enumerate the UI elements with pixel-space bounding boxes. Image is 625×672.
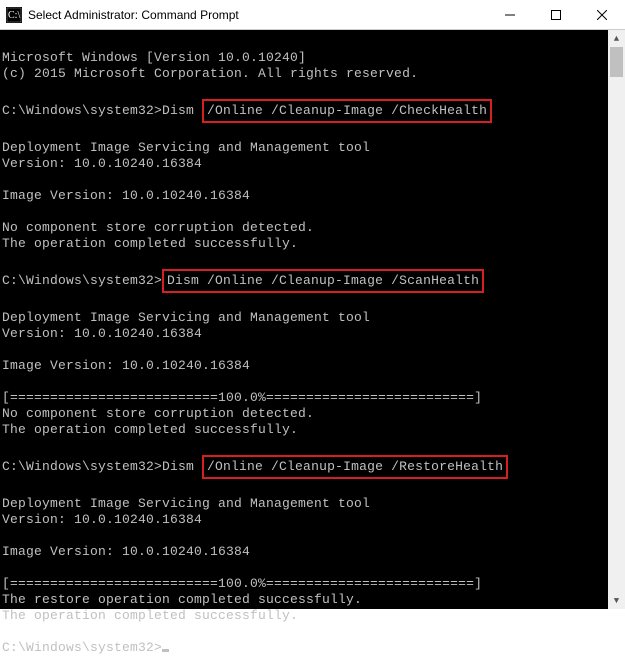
prompt-prefix: C:\Windows\system32> bbox=[2, 273, 162, 288]
window-title: Select Administrator: Command Prompt bbox=[28, 8, 487, 22]
output-line: The operation completed successfully. bbox=[2, 422, 298, 437]
output-line: No component store corruption detected. bbox=[2, 220, 314, 235]
highlighted-command: Dism /Online /Cleanup-Image /ScanHealth bbox=[162, 269, 484, 293]
scroll-track[interactable] bbox=[608, 47, 625, 592]
highlighted-command: /Online /Cleanup-Image /RestoreHealth bbox=[202, 455, 508, 479]
prompt-prefix: C:\Windows\system32>Dism bbox=[2, 103, 202, 118]
close-button[interactable] bbox=[579, 0, 625, 29]
output-line: Microsoft Windows [Version 10.0.10240] bbox=[2, 50, 306, 65]
terminal-output[interactable]: Microsoft Windows [Version 10.0.10240] (… bbox=[0, 30, 608, 609]
output-line: [==========================100.0%=======… bbox=[2, 576, 482, 591]
scrollbar[interactable]: ▲ ▼ bbox=[608, 30, 625, 609]
output-line: Deployment Image Servicing and Managemen… bbox=[2, 140, 370, 155]
svg-text:C:\: C:\ bbox=[8, 10, 20, 21]
output-line: Version: 10.0.10240.16384 bbox=[2, 156, 202, 171]
prompt-line: C:\Windows\system32>Dism /Online /Cleanu… bbox=[2, 103, 492, 118]
prompt-line: C:\Windows\system32>Dism /Online /Cleanu… bbox=[2, 273, 484, 288]
output-line: [==========================100.0%=======… bbox=[2, 390, 482, 405]
titlebar[interactable]: C:\ Select Administrator: Command Prompt bbox=[0, 0, 625, 30]
prompt-prefix: C:\Windows\system32>Dism bbox=[2, 459, 202, 474]
output-line: No component store corruption detected. bbox=[2, 406, 314, 421]
output-line: Version: 10.0.10240.16384 bbox=[2, 326, 202, 341]
minimize-button[interactable] bbox=[487, 0, 533, 29]
scroll-down-icon[interactable]: ▼ bbox=[608, 592, 625, 609]
output-line: Image Version: 10.0.10240.16384 bbox=[2, 544, 250, 559]
output-line: Image Version: 10.0.10240.16384 bbox=[2, 188, 250, 203]
output-line: (c) 2015 Microsoft Corporation. All righ… bbox=[2, 66, 418, 81]
prompt-prefix: C:\Windows\system32> bbox=[2, 640, 162, 655]
cmd-icon: C:\ bbox=[6, 7, 22, 23]
maximize-button[interactable] bbox=[533, 0, 579, 29]
output-line: Version: 10.0.10240.16384 bbox=[2, 512, 202, 527]
output-line: The restore operation completed successf… bbox=[2, 592, 362, 607]
scroll-thumb[interactable] bbox=[610, 47, 623, 77]
scroll-up-icon[interactable]: ▲ bbox=[608, 30, 625, 47]
output-line: Deployment Image Servicing and Managemen… bbox=[2, 310, 370, 325]
window-controls bbox=[487, 0, 625, 29]
output-line: The operation completed successfully. bbox=[2, 608, 298, 623]
prompt-line: C:\Windows\system32>Dism /Online /Cleanu… bbox=[2, 459, 508, 474]
output-line: Deployment Image Servicing and Managemen… bbox=[2, 496, 370, 511]
output-line: The operation completed successfully. bbox=[2, 236, 298, 251]
output-line: Image Version: 10.0.10240.16384 bbox=[2, 358, 250, 373]
cursor bbox=[162, 649, 169, 652]
highlighted-command: /Online /Cleanup-Image /CheckHealth bbox=[202, 99, 492, 123]
prompt-line: C:\Windows\system32> bbox=[2, 640, 169, 655]
